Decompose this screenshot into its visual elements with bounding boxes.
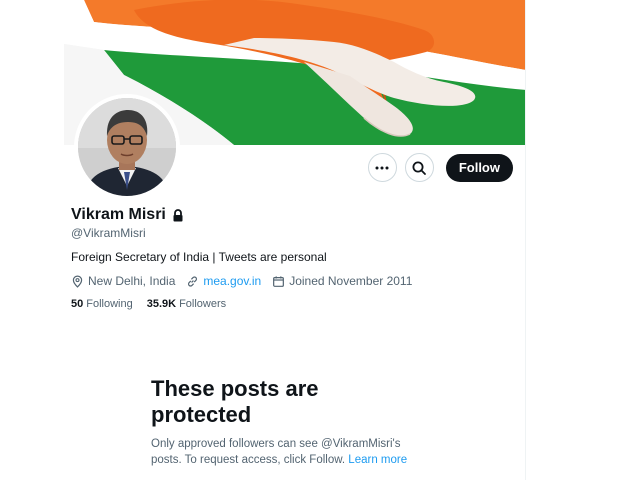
protected-notice: These posts are protected Only approved …: [151, 376, 451, 468]
search-button[interactable]: [404, 153, 434, 182]
protected-description: Only approved followers can see @VikramM…: [151, 436, 451, 468]
protected-title: These posts are protected: [151, 376, 451, 428]
profile-column: Follow Vikram Misri @VikramMisri Foreign…: [64, 0, 526, 480]
avatar[interactable]: [74, 94, 180, 200]
more-button[interactable]: [367, 153, 397, 182]
protected-title-line1: These posts are: [151, 376, 319, 401]
follow-button[interactable]: Follow: [445, 153, 513, 182]
profile-actions: Follow: [367, 153, 513, 182]
user-handle: @VikramMisri: [71, 226, 146, 240]
joined-text: Joined November 2011: [289, 274, 413, 288]
link-icon: [188, 275, 198, 287]
name-row: Vikram Misri: [71, 206, 184, 224]
lock-icon: [173, 208, 183, 221]
protected-desc-text: posts. To request access, click Follow.: [151, 454, 346, 466]
website-link[interactable]: mea.gov.in: [203, 274, 261, 288]
follow-counts: 50 Following 35.9K Followers: [71, 298, 226, 310]
followers-link[interactable]: 35.9K Followers: [147, 298, 226, 310]
display-name: Vikram Misri: [71, 206, 166, 223]
ellipsis-icon: [375, 166, 389, 169]
followers-label: Followers: [179, 298, 227, 310]
location-text: New Delhi, India: [88, 274, 176, 288]
learn-more-link[interactable]: Learn more: [348, 454, 407, 466]
avatar-photo: [78, 98, 176, 196]
search-icon: [412, 161, 427, 175]
following-count: 50: [71, 298, 84, 310]
protected-desc-line2: posts. To request access, click Follow. …: [151, 452, 451, 468]
website-item: mea.gov.in: [186, 274, 261, 288]
location-pin-icon: [72, 275, 83, 288]
following-link[interactable]: 50 Following: [71, 298, 133, 310]
joined-item: Joined November 2011: [272, 274, 412, 288]
followers-count: 35.9K: [146, 298, 177, 310]
profile-bio: Foreign Secretary of India | Tweets are …: [71, 250, 327, 264]
protected-title-line2: protected: [151, 402, 252, 427]
protected-desc-line1: Only approved followers can see @VikramM…: [151, 438, 401, 450]
following-label: Following: [86, 298, 133, 310]
location-item: New Delhi, India: [71, 274, 175, 288]
calendar-icon: [273, 275, 285, 287]
profile-meta: New Delhi, India mea.gov.in Joined Novem…: [71, 274, 423, 288]
